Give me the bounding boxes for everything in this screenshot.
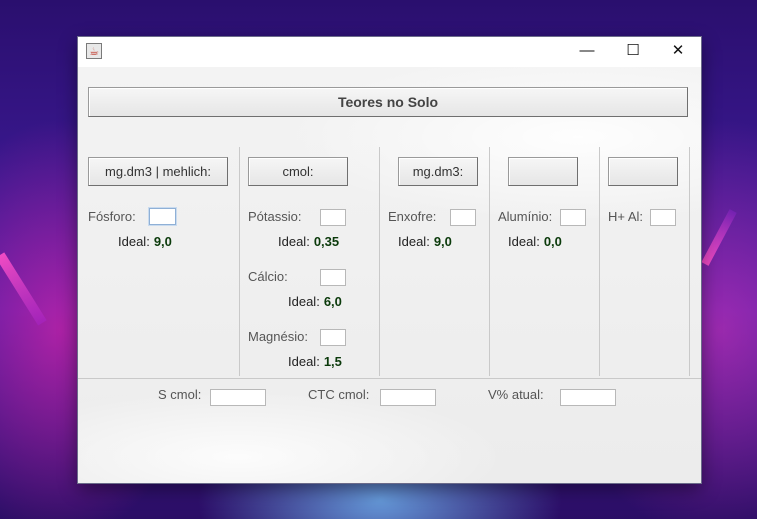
magnesio-ideal: Ideal: 1,5 — [288, 354, 342, 369]
column-divider — [689, 147, 690, 376]
fosforo-ideal: Ideal: 9,0 — [118, 234, 172, 249]
minimize-button[interactable]: — — [564, 37, 610, 67]
calcio-label: Cálcio: — [248, 269, 288, 284]
enxofre-label: Enxofre: — [388, 209, 437, 224]
enxofre-ideal: Ideal: 9,0 — [398, 234, 452, 249]
magnesio-ideal-value: 1,5 — [323, 354, 342, 369]
ctc-cmol-label: CTC cmol: — [308, 387, 370, 402]
title-bar: ☕ — ☐ ✕ — [78, 37, 701, 67]
fosforo-ideal-value: 9,0 — [153, 234, 172, 249]
magnesio-field[interactable] — [320, 329, 346, 346]
column-divider — [489, 147, 490, 376]
ctc-cmol-field[interactable] — [380, 389, 436, 406]
unit-mehlich-button[interactable]: mg.dm3 | mehlich: — [88, 157, 228, 186]
enxofre-field[interactable] — [450, 209, 476, 226]
unit-hal-button[interactable] — [608, 157, 678, 186]
aluminio-label: Alumínio: — [498, 209, 553, 224]
magnesio-label: Magnésio: — [248, 329, 308, 344]
ideal-label: Ideal: — [118, 234, 150, 249]
unit-aluminio-button[interactable] — [508, 157, 578, 186]
potassio-ideal: Ideal: 0,35 — [278, 234, 339, 249]
teores-no-solo-button[interactable]: Teores no Solo — [88, 87, 688, 117]
ideal-label: Ideal: — [508, 234, 540, 249]
wallpaper-streak — [0, 252, 47, 326]
fosforo-field[interactable] — [149, 208, 176, 225]
ideal-label: Ideal: — [288, 354, 320, 369]
wallpaper-streak — [701, 209, 737, 266]
unit-mgdm3-button[interactable]: mg.dm3: — [398, 157, 478, 186]
column-divider — [239, 147, 240, 376]
aluminio-ideal-value: 0,0 — [543, 234, 562, 249]
calcio-field[interactable] — [320, 269, 346, 286]
close-button[interactable]: ✕ — [655, 37, 701, 67]
aluminio-ideal: Ideal: 0,0 — [508, 234, 562, 249]
enxofre-ideal-value: 9,0 — [433, 234, 452, 249]
ideal-label: Ideal: — [288, 294, 320, 309]
calcio-ideal: Ideal: 6,0 — [288, 294, 342, 309]
fosforo-label: Fósforo: — [88, 209, 136, 224]
footer-divider — [78, 378, 701, 379]
column-divider — [379, 147, 380, 376]
maximize-button[interactable]: ☐ — [610, 37, 656, 67]
potassio-field[interactable] — [320, 209, 346, 226]
v-atual-label: V% atual: — [488, 387, 544, 402]
aluminio-field[interactable] — [560, 209, 586, 226]
ideal-label: Ideal: — [278, 234, 310, 249]
calcio-ideal-value: 6,0 — [323, 294, 342, 309]
v-atual-field[interactable] — [560, 389, 616, 406]
column-divider — [599, 147, 600, 376]
h-al-field[interactable] — [650, 209, 676, 226]
unit-cmol-button[interactable]: cmol: — [248, 157, 348, 186]
potassio-ideal-value: 0,35 — [313, 234, 340, 249]
app-window: ☕ — ☐ ✕ Teores no Solo mg.dm3 | mehlich:… — [78, 37, 701, 483]
java-cup-icon: ☕ — [86, 43, 102, 59]
h-al-label: H+ Al: — [608, 209, 644, 224]
ideal-label: Ideal: — [398, 234, 430, 249]
potassio-label: Pótassio: — [248, 209, 302, 224]
s-cmol-label: S cmol: — [158, 387, 202, 402]
main-panel: Teores no Solo mg.dm3 | mehlich: cmol: m… — [78, 67, 701, 483]
s-cmol-field[interactable] — [210, 389, 266, 406]
